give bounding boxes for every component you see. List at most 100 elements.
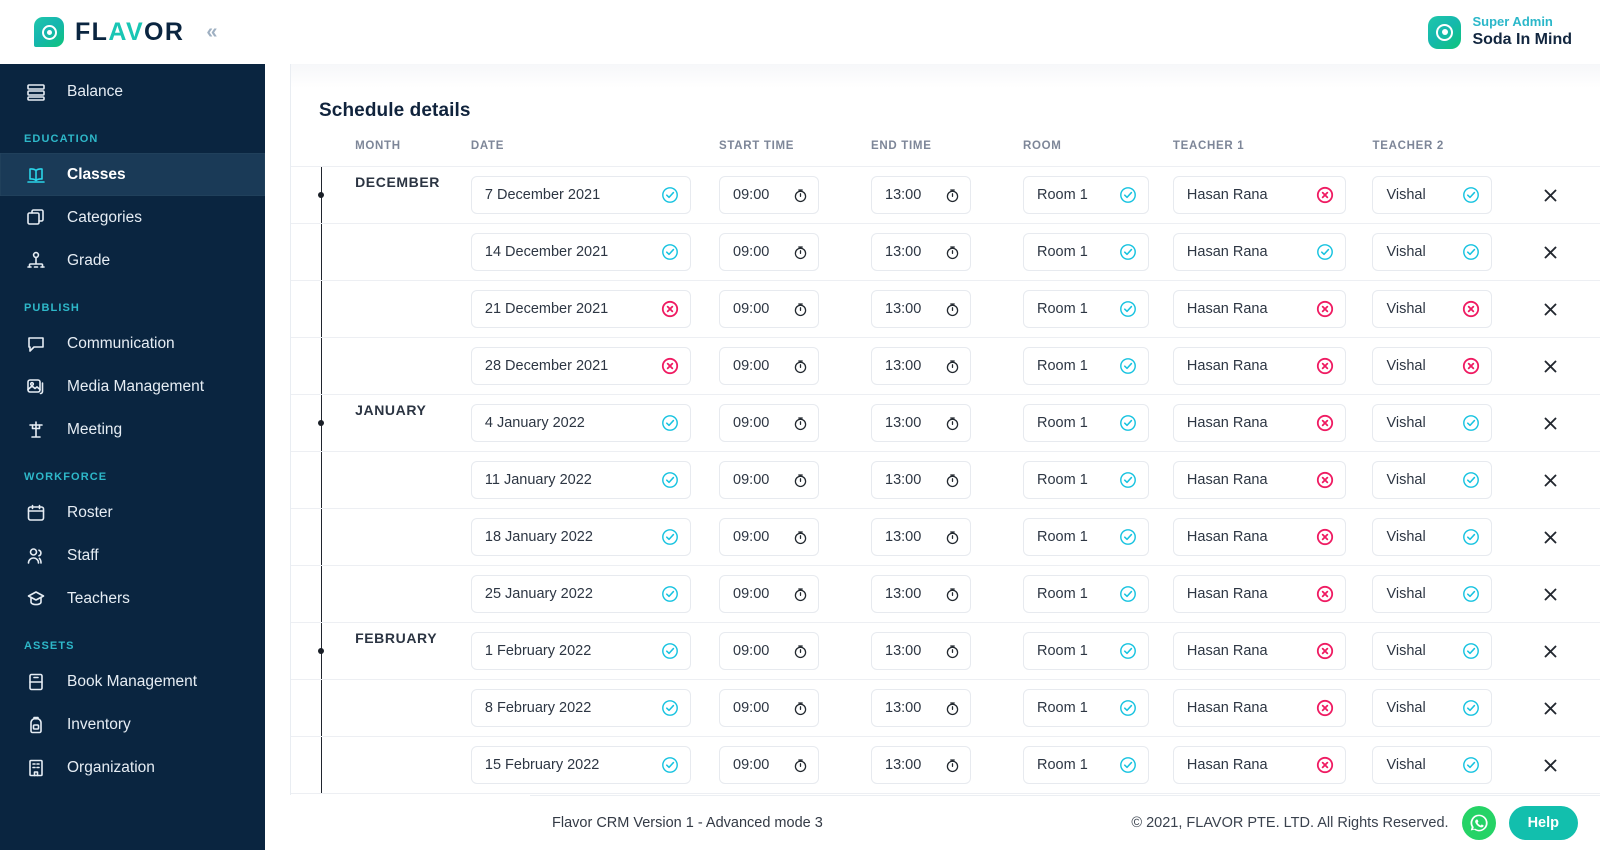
date-field[interactable]: 4 January 2022 [470,404,691,442]
check-circle-icon[interactable] [661,585,679,603]
remove-row-icon[interactable] [1538,752,1564,778]
collapse-sidebar-icon[interactable]: « [206,22,217,42]
date-field[interactable]: 25 January 2022 [470,575,691,613]
stopwatch-icon[interactable] [944,301,961,318]
start-time-field[interactable]: 09:00 [719,746,820,784]
check-circle-icon[interactable] [1119,243,1137,261]
remove-row-icon[interactable] [1538,239,1564,265]
start-time-field[interactable]: 09:00 [719,290,820,328]
stopwatch-icon[interactable] [944,415,961,432]
sidebar-item-communication[interactable]: Communication [0,322,265,365]
check-circle-icon[interactable] [661,642,679,660]
stopwatch-icon[interactable] [792,244,809,261]
stopwatch-icon[interactable] [944,757,961,774]
check-circle-icon[interactable] [1462,528,1480,546]
stopwatch-icon[interactable] [944,643,961,660]
start-time-field[interactable]: 09:00 [719,347,820,385]
end-time-field[interactable]: 13:00 [871,461,972,499]
check-circle-icon[interactable] [661,186,679,204]
sidebar-item-media-management[interactable]: Media Management [0,365,265,408]
teacher1-field[interactable]: Hasan Rana [1172,746,1346,784]
date-field[interactable]: 1 February 2022 [470,632,691,670]
check-circle-icon[interactable] [661,528,679,546]
sidebar-item-categories[interactable]: Categories [0,196,265,239]
end-time-field[interactable]: 13:00 [871,746,972,784]
date-field[interactable]: 28 December 2021 [470,347,691,385]
remove-row-icon[interactable] [1538,467,1564,493]
sidebar-item-staff[interactable]: Staff [0,534,265,577]
stopwatch-icon[interactable] [792,643,809,660]
date-field[interactable]: 15 February 2022 [470,746,691,784]
room-field[interactable]: Room 1 [1023,176,1149,214]
remove-row-icon[interactable] [1538,296,1564,322]
end-time-field[interactable]: 13:00 [871,347,972,385]
check-circle-icon[interactable] [1316,243,1334,261]
room-field[interactable]: Room 1 [1023,632,1149,670]
teacher2-field[interactable]: Vishal [1372,746,1493,784]
teacher2-field[interactable]: Vishal [1372,233,1493,271]
check-circle-icon[interactable] [661,699,679,717]
end-time-field[interactable]: 13:00 [871,233,972,271]
sidebar-item-roster[interactable]: Roster [0,491,265,534]
stopwatch-icon[interactable] [944,187,961,204]
teacher1-field[interactable]: Hasan Rana [1172,290,1346,328]
date-field[interactable]: 21 December 2021 [470,290,691,328]
date-field[interactable]: 11 January 2022 [470,461,691,499]
error-circle-icon[interactable] [1316,186,1334,204]
check-circle-icon[interactable] [1119,756,1137,774]
sidebar-item-meeting[interactable]: Meeting [0,408,265,451]
check-circle-icon[interactable] [1119,528,1137,546]
check-circle-icon[interactable] [661,414,679,432]
stopwatch-icon[interactable] [792,472,809,489]
date-field[interactable]: 14 December 2021 [470,233,691,271]
teacher2-field[interactable]: Vishal [1372,404,1493,442]
check-circle-icon[interactable] [1462,414,1480,432]
error-circle-icon[interactable] [661,300,679,318]
teacher2-field[interactable]: Vishal [1372,461,1493,499]
room-field[interactable]: Room 1 [1023,290,1149,328]
start-time-field[interactable]: 09:00 [719,518,820,556]
stopwatch-icon[interactable] [944,529,961,546]
end-time-field[interactable]: 13:00 [871,575,972,613]
room-field[interactable]: Room 1 [1023,347,1149,385]
error-circle-icon[interactable] [1316,357,1334,375]
error-circle-icon[interactable] [1316,414,1334,432]
end-time-field[interactable]: 13:00 [871,632,972,670]
remove-row-icon[interactable] [1538,581,1564,607]
error-circle-icon[interactable] [1316,300,1334,318]
remove-row-icon[interactable] [1538,353,1564,379]
check-circle-icon[interactable] [1119,642,1137,660]
remove-row-icon[interactable] [1538,638,1564,664]
end-time-field[interactable]: 13:00 [871,404,972,442]
error-circle-icon[interactable] [1316,699,1334,717]
room-field[interactable]: Room 1 [1023,233,1149,271]
check-circle-icon[interactable] [1462,756,1480,774]
remove-row-icon[interactable] [1538,524,1564,550]
check-circle-icon[interactable] [1462,243,1480,261]
start-time-field[interactable]: 09:00 [719,461,820,499]
check-circle-icon[interactable] [1462,699,1480,717]
check-circle-icon[interactable] [1119,414,1137,432]
remove-row-icon[interactable] [1538,182,1564,208]
stopwatch-icon[interactable] [792,415,809,432]
stopwatch-icon[interactable] [944,244,961,261]
end-time-field[interactable]: 13:00 [871,176,972,214]
teacher1-field[interactable]: Hasan Rana [1172,632,1346,670]
check-circle-icon[interactable] [1462,471,1480,489]
room-field[interactable]: Room 1 [1023,404,1149,442]
date-field[interactable]: 18 January 2022 [470,518,691,556]
teacher2-field[interactable]: Vishal [1372,518,1493,556]
check-circle-icon[interactable] [661,243,679,261]
date-field[interactable]: 8 February 2022 [470,689,691,727]
teacher1-field[interactable]: Hasan Rana [1172,347,1346,385]
stopwatch-icon[interactable] [792,187,809,204]
teacher1-field[interactable]: Hasan Rana [1172,233,1346,271]
stopwatch-icon[interactable] [792,757,809,774]
stopwatch-icon[interactable] [944,472,961,489]
start-time-field[interactable]: 09:00 [719,176,820,214]
stopwatch-icon[interactable] [792,301,809,318]
teacher1-field[interactable]: Hasan Rana [1172,689,1346,727]
error-circle-icon[interactable] [1316,528,1334,546]
end-time-field[interactable]: 13:00 [871,689,972,727]
check-circle-icon[interactable] [1462,186,1480,204]
